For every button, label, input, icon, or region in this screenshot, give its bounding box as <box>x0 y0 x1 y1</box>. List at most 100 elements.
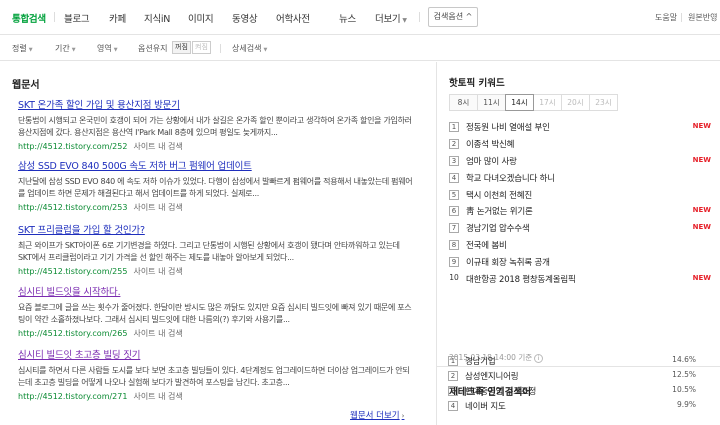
chevron-down-icon: ▼ <box>71 47 76 53</box>
list-item[interactable]: 4 학교 다녀오겠습니다 하니 <box>449 171 711 188</box>
web-section-title: 웹문서 <box>12 80 40 91</box>
more-web-docs-link[interactable]: 웹문서 더보기 › <box>350 409 404 421</box>
list-item[interactable]: 4 네이버 지도 9.9% <box>448 399 696 414</box>
result-meta: http://4512.tistory.com/253 사이트 내 검색 <box>18 202 413 213</box>
result-url-link[interactable]: http://4512.tistory.com/252 <box>18 142 127 151</box>
rank-badge: 5 <box>449 189 459 200</box>
finance-keyword-link[interactable]: 네이버 지도 <box>465 400 506 412</box>
search-options-button[interactable]: 검색옵션 ^ <box>428 7 478 27</box>
new-badge: NEW <box>692 206 711 215</box>
keyword-link[interactable]: 靑 논거없는 위기론 <box>466 205 533 217</box>
keyword-link[interactable]: 정동원 나비 열애설 부인 <box>466 121 550 133</box>
list-item[interactable]: 3 엄마 많이 사랑 NEW <box>449 154 711 171</box>
site-search-link[interactable]: 사이트 내 검색 <box>133 392 182 401</box>
chevron-down-icon: ▼ <box>263 47 268 53</box>
chevron-down-icon: ▼ <box>402 17 407 24</box>
result-title-link[interactable]: SKT 프리클럽을 가입 할 것인가? <box>18 222 413 236</box>
time-tab-23: 23시 <box>589 94 618 111</box>
result-title-link[interactable]: 심시티 빌드잇을 시작하다. <box>18 284 413 298</box>
new-badge: NEW <box>692 122 711 130</box>
rank-badge: 4 <box>448 401 458 411</box>
result-description: 지난달에 삼성 SSD EVO 840 에 속도 저하 이슈가 있었다. 다행이… <box>18 177 413 198</box>
time-tabs: 8시 11시 14시 17시 20시 23시 <box>449 94 618 111</box>
finance-keyword-link[interactable]: 삼성엔지니어링 <box>465 370 519 382</box>
hot-keyword-list: 1 정동원 나비 열애설 부인 NEW 2 이종석 박신혜 3 엄마 많이 사랑 NEW … <box>449 120 711 289</box>
result-item: SKT 프리클럽을 가입 할 것인가? 최근 와이프가 SKT아이폰 6로 기기… <box>18 222 413 277</box>
nav-tab-dictionary[interactable]: 어학사전 <box>276 11 310 25</box>
rank-badge: 9 <box>449 257 459 268</box>
list-item[interactable]: 6 靑 논거없는 위기론 NEW <box>449 204 711 221</box>
list-item[interactable]: 3 현대중공업 구조조정 10.5% <box>448 384 696 399</box>
keyword-link[interactable]: 경남기업 압수수색 <box>466 222 530 234</box>
finance-percent: 12.5% <box>672 370 696 379</box>
list-item[interactable]: 2 삼성엔지니어링 12.5% <box>448 369 696 384</box>
keyword-link[interactable]: 이규태 회장 녹취록 공개 <box>466 256 550 268</box>
list-item[interactable]: 1 경남기업 14.6% <box>448 354 696 369</box>
result-url-link[interactable]: http://4512.tistory.com/253 <box>18 203 127 212</box>
option-keep-on-toggle[interactable]: 켜짐 <box>192 41 211 54</box>
keyword-link[interactable]: 택시 이천희 전혜진 <box>466 189 532 201</box>
finance-percent: 14.6% <box>672 355 696 364</box>
help-link[interactable]: 도움말 <box>655 12 677 23</box>
rank-badge: 4 <box>449 172 459 183</box>
top-nav: 통합검색 블로그 카페 지식iN 이미지 동영상 어학사전 뉴스 더보기 ▼ 검색… <box>0 0 720 35</box>
finance-keyword-link[interactable]: 현대중공업 구조조정 <box>465 385 536 397</box>
filter-divider <box>220 44 221 53</box>
option-keep-label: 옵션유지 <box>138 44 168 53</box>
nav-tab-more[interactable]: 더보기 ▼ <box>375 11 407 25</box>
list-item[interactable]: 2 이종석 박신혜 <box>449 137 711 154</box>
nav-tab-blog[interactable]: 블로그 <box>64 11 90 25</box>
option-keep-off-toggle[interactable]: 꺼짐 <box>172 41 191 54</box>
nav-tab-kin[interactable]: 지식iN <box>144 11 170 25</box>
result-meta: http://4512.tistory.com/252 사이트 내 검색 <box>18 141 413 152</box>
new-badge: NEW <box>692 274 711 283</box>
list-item[interactable]: 8 전국에 봄비 <box>449 238 711 255</box>
site-search-link[interactable]: 사이트 내 검색 <box>133 267 182 276</box>
result-url-link[interactable]: http://4512.tistory.com/255 <box>18 267 127 276</box>
period-filter[interactable]: 기간 ▼ <box>55 43 76 54</box>
result-description: 요즘 블로그에 글을 쓰는 횟수가 줄어졌다. 한달이란 방시도 많은 까닭도 … <box>18 303 412 324</box>
result-item: SKT 온가족 할인 가입 및 용산지점 방문기 단통법이 시행되고 온국민이 … <box>18 97 413 152</box>
rank-badge: 6 <box>449 206 459 217</box>
result-url-link[interactable]: http://4512.tistory.com/265 <box>18 329 127 338</box>
keyword-link[interactable]: 엄마 많이 사랑 <box>466 155 517 167</box>
keyword-link[interactable]: 대한항공 2018 평창동계올림픽 <box>466 273 576 285</box>
result-title-link[interactable]: 삼성 SSD EVO 840 500G 속도 저하 버그 펌웨어 업데이트 <box>18 158 413 172</box>
result-description: 심시티를 하면서 다른 사람들 도시를 보다 보면 초고층 빌딩들이 있다. 4… <box>18 366 410 387</box>
keyword-link[interactable]: 전국에 봄비 <box>466 239 507 251</box>
result-url-link[interactable]: http://4512.tistory.com/271 <box>18 392 127 401</box>
time-tab-14[interactable]: 14시 <box>505 94 534 111</box>
list-item[interactable]: 9 이규태 회장 녹취록 공개 <box>449 255 711 272</box>
new-badge: NEW <box>692 155 711 164</box>
list-item[interactable]: 5 택시 이천희 전혜진 <box>449 188 711 205</box>
time-tab-8[interactable]: 8시 <box>449 94 478 111</box>
nav-tab-news[interactable]: 뉴스 <box>339 11 356 25</box>
detail-search-filter[interactable]: 상세검색 ▼ <box>232 43 267 54</box>
result-description: 최근 와이프가 SKT아이폰 6로 기기변경을 하였다. 그리고 단통법이 시행… <box>18 241 400 262</box>
list-item[interactable]: 1 정동원 나비 열애설 부인 NEW <box>449 120 711 137</box>
nav-more-label: 더보기 <box>375 14 401 25</box>
list-item[interactable]: 7 경남기업 압수수색 NEW <box>449 221 711 238</box>
result-title-link[interactable]: 심시티 빌드잇 초고층 빌딩 짓기 <box>18 347 413 361</box>
keyword-link[interactable]: 학교 다녀오겠습니다 하니 <box>466 172 555 184</box>
filter-bar: 정렬 ▼ 기간 ▼ 영역 ▼ 옵션유지 꺼짐 켜짐 상세검색 ▼ <box>0 35 720 61</box>
chevron-down-icon: ▼ <box>113 47 118 53</box>
sort-filter[interactable]: 정렬 ▼ <box>12 43 33 54</box>
site-search-link[interactable]: 사이트 내 검색 <box>133 203 182 212</box>
site-search-link[interactable]: 사이트 내 검색 <box>133 142 182 151</box>
rank-badge: 2 <box>448 371 458 381</box>
time-tab-11[interactable]: 11시 <box>477 94 506 111</box>
nav-tab-video[interactable]: 동영상 <box>232 11 258 25</box>
keyword-link[interactable]: 이종석 박신혜 <box>466 138 514 150</box>
result-item: 삼성 SSD EVO 840 500G 속도 저하 버그 펌웨어 업데이트 지난… <box>18 158 413 213</box>
rank-badge: 2 <box>449 138 459 149</box>
result-title-link[interactable]: SKT 온가족 할인 가입 및 용산지점 방문기 <box>18 97 413 111</box>
site-search-link[interactable]: 사이트 내 검색 <box>133 329 182 338</box>
nav-tab-integrated[interactable]: 통합검색 <box>12 11 46 25</box>
time-tab-17: 17시 <box>533 94 562 111</box>
nav-tab-cafe[interactable]: 카페 <box>109 11 126 25</box>
area-filter[interactable]: 영역 ▼ <box>97 43 118 54</box>
finance-keyword-link[interactable]: 경남기업 <box>465 355 496 367</box>
list-item[interactable]: 10 대한항공 2018 평창동계올림픽 NEW <box>449 272 711 289</box>
nav-tab-image[interactable]: 이미지 <box>188 11 214 25</box>
